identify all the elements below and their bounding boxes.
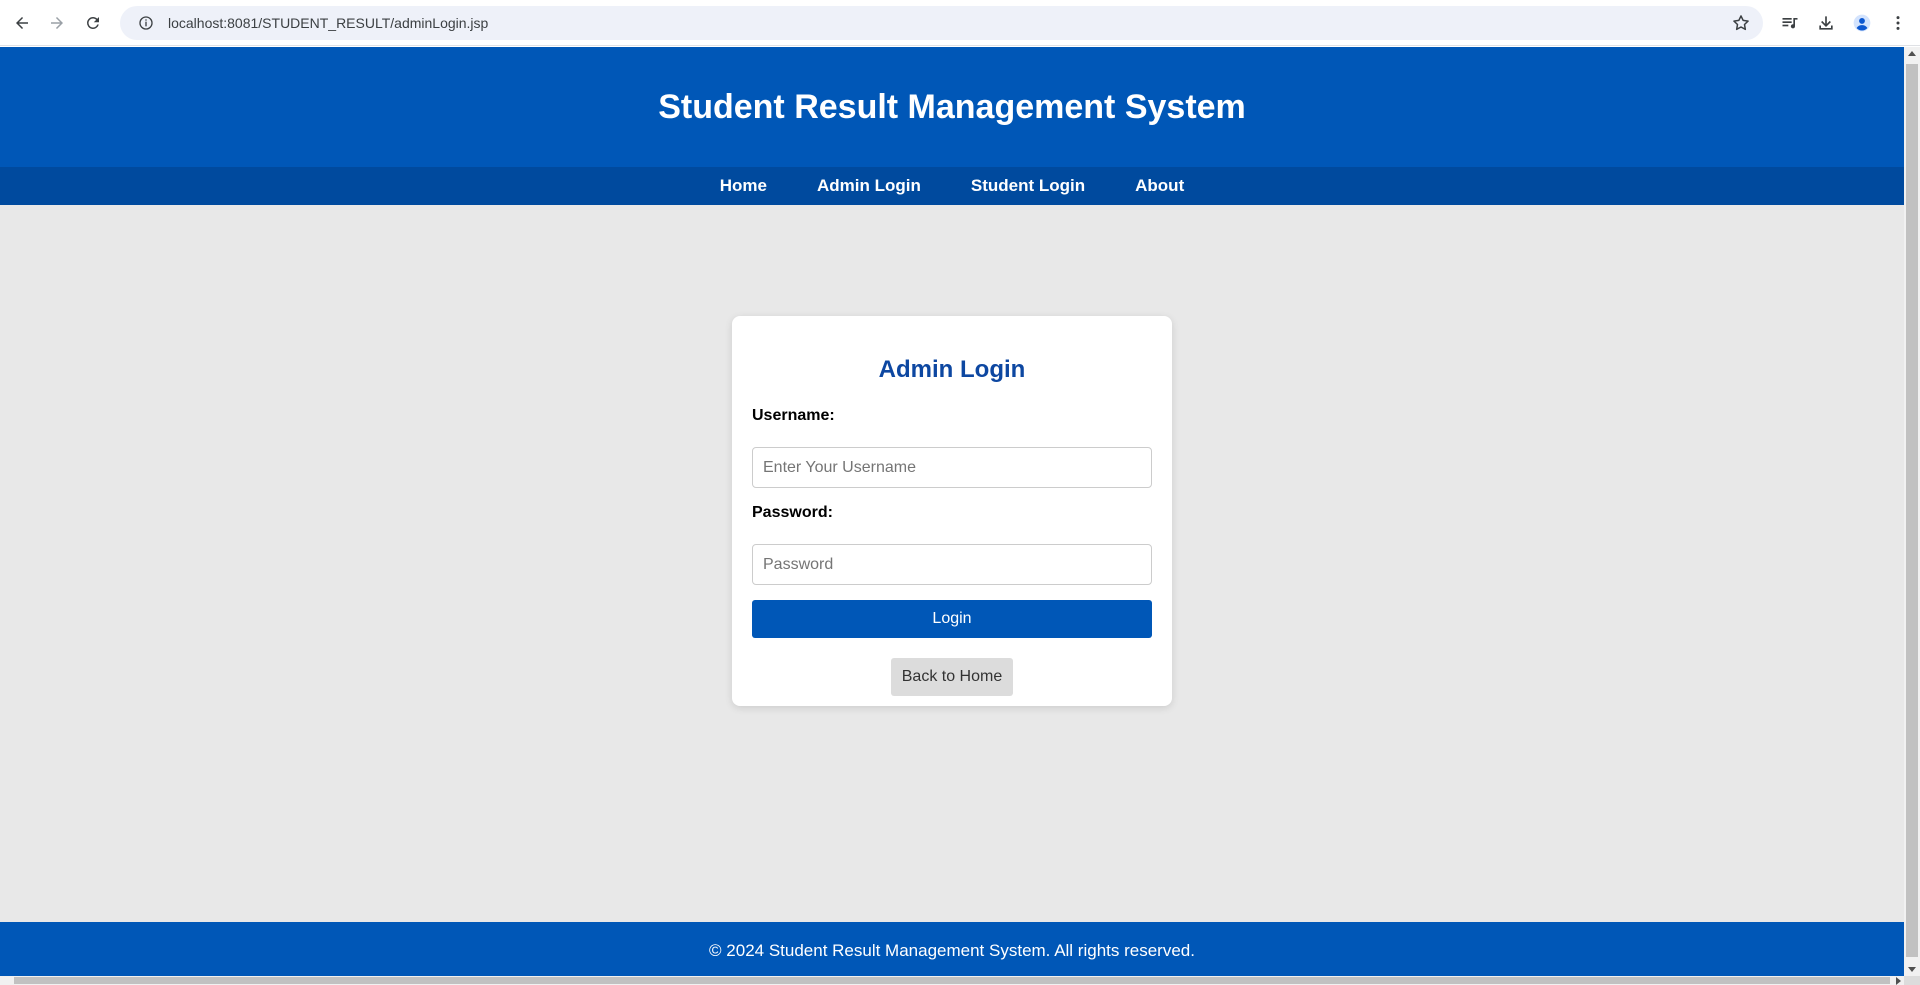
more-menu-icon[interactable] (1883, 8, 1913, 38)
scrollbar-corner (1904, 976, 1920, 985)
reload-icon[interactable] (78, 8, 108, 38)
nav-home[interactable]: Home (720, 176, 767, 196)
media-controls-icon[interactable] (1775, 8, 1805, 38)
browser-toolbar: localhost:8081/STUDENT_RESULT/adminLogin… (0, 0, 1920, 46)
page-viewport: Student Result Management System Home Ad… (0, 47, 1904, 976)
card-title: Admin Login (878, 356, 1026, 383)
forward-arrow-icon[interactable] (42, 8, 72, 38)
vertical-scrollbar[interactable] (1904, 47, 1920, 976)
username-input[interactable] (752, 447, 1152, 488)
address-bar[interactable]: localhost:8081/STUDENT_RESULT/adminLogin… (120, 6, 1763, 40)
scroll-up-icon[interactable] (1908, 51, 1916, 56)
scroll-right-icon[interactable] (1896, 977, 1901, 985)
login-button[interactable]: Login (752, 600, 1152, 638)
site-info-icon[interactable] (136, 13, 156, 33)
site-title: Student Result Management System (658, 87, 1246, 126)
login-card: Admin Login Username: Password: Login Ba… (732, 316, 1172, 706)
horizontal-scrollbar[interactable] (0, 976, 1904, 985)
nav-about[interactable]: About (1135, 176, 1184, 196)
site-header: Student Result Management System (0, 47, 1904, 167)
password-label: Password: (752, 504, 833, 521)
scroll-down-icon[interactable] (1908, 967, 1916, 972)
username-label: Username: (752, 407, 835, 424)
site-footer: © 2024 Student Result Management System.… (0, 922, 1904, 976)
password-input[interactable] (752, 544, 1152, 585)
horizontal-scroll-thumb[interactable] (14, 977, 1890, 984)
back-to-home-button[interactable]: Back to Home (891, 658, 1013, 696)
vertical-scroll-thumb[interactable] (1906, 64, 1918, 957)
profile-icon[interactable] (1847, 8, 1877, 38)
url-text: localhost:8081/STUDENT_RESULT/adminLogin… (168, 15, 489, 31)
footer-copyright: © 2024 Student Result Management System.… (709, 941, 1195, 960)
download-icon[interactable] (1811, 8, 1841, 38)
bookmark-star-icon[interactable] (1731, 13, 1751, 33)
nav-student-login[interactable]: Student Login (971, 176, 1085, 196)
back-arrow-icon[interactable] (7, 8, 37, 38)
main-nav: Home Admin Login Student Login About (0, 167, 1904, 205)
nav-admin-login[interactable]: Admin Login (817, 176, 921, 196)
